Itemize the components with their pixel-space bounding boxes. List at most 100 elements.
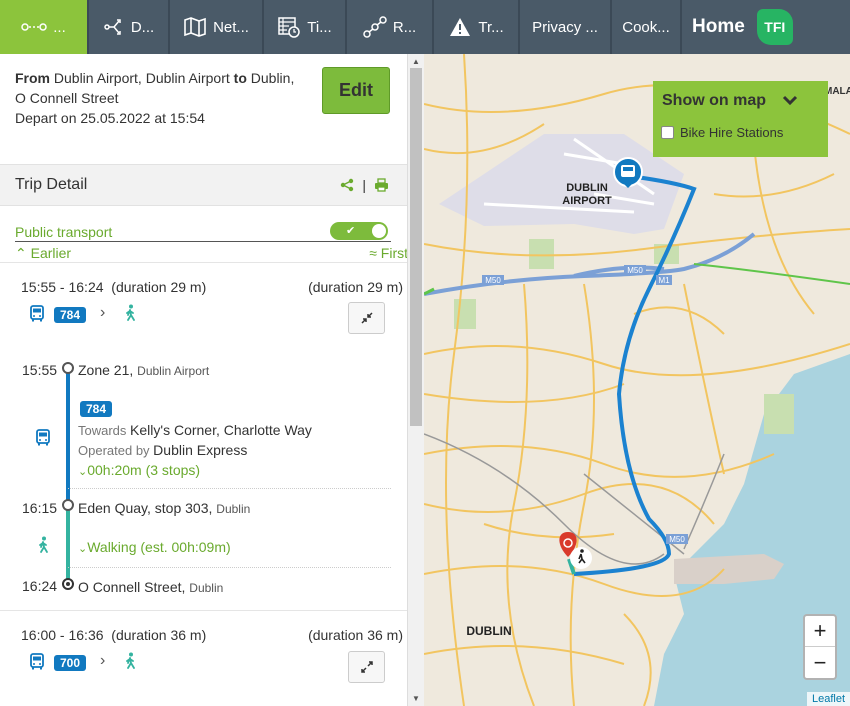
stop-label: O Connell Street, — [78, 579, 186, 595]
bus-leg-line — [66, 373, 70, 500]
trip-duration: (duration 29 m) — [111, 279, 207, 295]
stop-node — [62, 499, 74, 511]
tab-timetables[interactable]: Ti... — [264, 0, 347, 54]
towards-line: Towards Kelly's Corner, Charlotte Way — [78, 422, 312, 438]
divider — [15, 241, 391, 242]
tab-routes[interactable]: R... — [347, 0, 434, 54]
m50-motorway — [424, 232, 756, 296]
check-icon: ✔ — [346, 225, 356, 237]
bike-hire-option[interactable]: Bike Hire Stations — [661, 125, 783, 140]
chevron-down-icon[interactable] — [781, 91, 799, 109]
expand-button[interactable] — [348, 651, 385, 683]
walk-marker[interactable] — [570, 547, 592, 569]
tab-departures[interactable]: D... — [89, 0, 170, 54]
journey-summary: From Dublin Airport, Dublin Airport to D… — [15, 68, 305, 128]
tab-network[interactable]: Net... — [170, 0, 264, 54]
from-value: Dublin Airport, Dublin Airport — [53, 70, 230, 86]
walk-info: Walking (est. 00h:09m) — [87, 539, 231, 555]
airport-label: DUBLIN — [566, 182, 608, 194]
public-transport-label: Public transport — [15, 224, 113, 240]
leaflet-attribution[interactable]: Leaflet — [806, 692, 850, 706]
road-label: M50 — [669, 535, 685, 544]
chevron-down-icon: ⌄ — [78, 543, 88, 555]
map-icon — [184, 17, 206, 37]
road-label: M1 — [658, 276, 670, 285]
route-badge: 700 — [54, 655, 87, 671]
chevron-up-icon: ⌃ — [15, 245, 31, 261]
panel-scrollbar[interactable]: ▲ ▼ — [407, 54, 424, 706]
edit-button[interactable]: Edit — [322, 67, 390, 114]
tab-journey-planner[interactable]: ... — [0, 0, 89, 54]
trip-2-times[interactable]: 16:00 - 16:36 (duration 36 m) — [21, 627, 206, 643]
route-planner-icon — [363, 16, 387, 38]
zoom-out-button[interactable]: − — [805, 647, 835, 678]
first-link[interactable]: ≈ First — [369, 245, 408, 261]
towards-label: Towards — [78, 423, 127, 438]
walk-info-toggle[interactable]: ⌄Walking (est. 00h:09m) — [78, 539, 231, 555]
directions-icon — [104, 19, 121, 35]
trip-1-times[interactable]: 15:55 - 16:24 (duration 29 m) — [21, 279, 206, 295]
stop-name[interactable]: Eden Quay, stop 303, Dublin — [78, 500, 250, 516]
share-icon[interactable] — [340, 178, 354, 192]
road-label: M50 — [485, 276, 501, 285]
warning-icon — [450, 18, 471, 36]
trip-detail-header: Trip Detail | — [0, 164, 407, 206]
divider — [68, 567, 391, 568]
collapse-icon — [360, 312, 373, 324]
tfi-logo: TFI — [756, 9, 793, 45]
route-icon — [21, 23, 47, 31]
bike-hire-checkbox[interactable] — [661, 126, 674, 139]
stop-name[interactable]: O Connell Street, Dublin — [78, 579, 223, 595]
tab-label: R... — [392, 18, 417, 36]
operator-line: Operated by Dublin Express — [78, 442, 247, 458]
operator-value: Dublin Express — [153, 442, 248, 458]
park — [529, 239, 554, 269]
depart-text: Depart on 25.05.2022 at 15:54 — [15, 110, 205, 126]
tab-privacy[interactable]: Privacy ... — [520, 0, 612, 54]
trip-detail-actions: | — [340, 177, 389, 193]
route-badge: 784 — [80, 401, 113, 417]
toggle-knob — [372, 224, 386, 238]
zoom-control: + − — [803, 614, 837, 680]
trip-duration: (duration 36 m) — [111, 627, 207, 643]
collapse-button[interactable] — [348, 302, 385, 334]
ride-info-toggle[interactable]: ⌄00h:20m (3 stops) — [78, 462, 200, 478]
earlier-link[interactable]: ⌃ Earlier — [15, 245, 71, 262]
public-transport-toggle[interactable]: ✔ — [330, 222, 388, 240]
tab-label: Privacy ... — [532, 18, 598, 36]
stop-time: 15:55 — [22, 362, 58, 378]
tab-label: Net... — [213, 18, 249, 36]
trip-1-duration-right: (duration 29 m) — [308, 279, 403, 295]
stop-area: Dublin — [189, 581, 224, 595]
walk-leg-line — [66, 510, 70, 580]
stop-time: 16:15 — [22, 500, 58, 516]
timetable-icon — [278, 17, 301, 38]
first-label: First — [380, 245, 408, 261]
scrollbar-thumb[interactable] — [410, 68, 422, 426]
zoom-in-button[interactable]: + — [805, 616, 835, 647]
tab-label: D... — [130, 18, 155, 36]
stop-node — [62, 362, 74, 374]
tab-travel-alerts[interactable]: Tr... — [434, 0, 520, 54]
trip-detail-title: Trip Detail — [15, 176, 88, 193]
stop-label: Zone 21, — [78, 362, 134, 378]
from-label: From — [15, 70, 50, 86]
bike-hire-label: Bike Hire Stations — [680, 125, 784, 140]
bus-icon — [36, 429, 50, 446]
print-icon[interactable] — [374, 178, 389, 192]
scroll-up-icon[interactable]: ▲ — [412, 57, 420, 66]
home-link[interactable]: Home TFI — [682, 0, 803, 54]
show-on-map-panel: Show on map Bike Hire Stations — [653, 81, 828, 157]
double-chevron-up-icon: ≈ — [369, 245, 381, 261]
chevron-down-icon: ⌄ — [78, 466, 88, 478]
operated-label: Operated by — [78, 443, 150, 458]
scroll-down-icon[interactable]: ▼ — [412, 694, 420, 703]
expand-icon — [360, 661, 373, 673]
chevron-right-icon: › — [100, 652, 106, 669]
stop-time: 16:24 — [22, 578, 58, 594]
trip-panel: From Dublin Airport, Dublin Airport to D… — [0, 54, 424, 706]
show-on-map-title[interactable]: Show on map — [662, 92, 766, 110]
tab-cookies[interactable]: Cook... — [612, 0, 682, 54]
divider — [68, 488, 391, 489]
stop-name[interactable]: Zone 21, Dublin Airport — [78, 362, 209, 378]
